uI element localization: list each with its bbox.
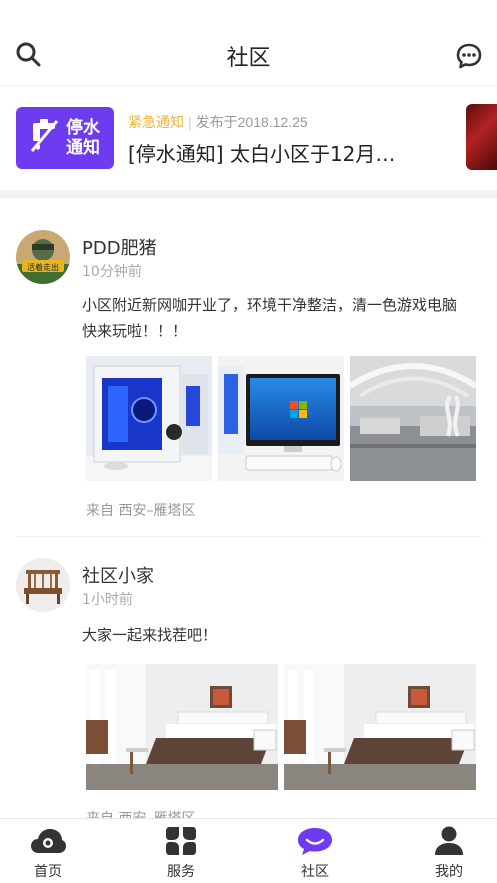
divider [16, 536, 481, 537]
cloud-home-icon [31, 829, 66, 853]
post-content: 大家一起来找茬吧！ [82, 622, 482, 648]
tab-community[interactable]: 社区 [253, 819, 377, 883]
post-content-line: 小区附近新网咖开业了，环境干净整洁，清一色游戏电脑 [82, 296, 458, 314]
notice-thumbnail: 停水 通知 [16, 107, 114, 169]
user-icon [435, 826, 463, 855]
author-name[interactable]: 社区小家 [82, 562, 154, 588]
services-grid-icon [166, 827, 196, 855]
section-gap [0, 190, 497, 198]
post-image[interactable] [218, 356, 344, 481]
top-bar: 社区 [0, 0, 497, 86]
notice-banner[interactable]: 停水 通知 紧急通知 | 发布于2018.12.25 [停水通知] 太白小区于12月… [0, 86, 497, 190]
notice-title[interactable]: [停水通知] 太白小区于12月… [128, 138, 428, 167]
notice-thumb-line1: 停水 [66, 118, 100, 138]
author-name[interactable]: PDD肥猪 [82, 234, 157, 260]
urgent-tag: 紧急通知 [128, 114, 184, 130]
post-location: 来自 西安–雁塔区 [86, 503, 196, 519]
tab-label: 首页 [34, 864, 62, 880]
message-icon[interactable] [455, 42, 483, 70]
post-content-line: 快来玩啦！！！ [82, 322, 188, 340]
publish-date: 发布于2018.12.25 [195, 114, 308, 130]
post-image[interactable] [86, 664, 278, 790]
avatar-text: 活着走出 [27, 262, 59, 272]
post-image[interactable] [284, 664, 476, 790]
avatar[interactable] [16, 558, 70, 612]
post-content-line: 大家一起来找茬吧！ [82, 626, 218, 644]
page-title: 社区 [226, 46, 271, 71]
post-time: 1小时前 [82, 592, 133, 608]
post-time: 10分钟前 [82, 264, 142, 280]
avatar[interactable]: 活着走出 [16, 230, 70, 284]
tab-label: 服务 [167, 864, 195, 880]
community-chat-icon [298, 828, 332, 855]
water-tap-icon [30, 119, 59, 152]
tab-services[interactable]: 服务 [119, 819, 243, 883]
tab-label: 我的 [435, 864, 463, 880]
meta-separator: | [188, 114, 192, 130]
post-image[interactable] [86, 356, 212, 481]
notice-thumb-line2: 通知 [66, 138, 100, 158]
tab-profile[interactable]: 我的 [387, 819, 497, 883]
next-notice-thumbnail[interactable] [466, 104, 497, 170]
post-image[interactable] [350, 356, 476, 481]
tab-bar: 首页 服务 社区 我的 [0, 818, 497, 883]
post-content: 小区附近新网咖开业了，环境干净整洁，清一色游戏电脑 快来玩啦！！！ [82, 292, 482, 344]
notice-meta: 紧急通知 | 发布于2018.12.25 [128, 112, 308, 132]
tab-label: 社区 [301, 864, 329, 880]
tab-home[interactable]: 首页 [0, 819, 110, 883]
